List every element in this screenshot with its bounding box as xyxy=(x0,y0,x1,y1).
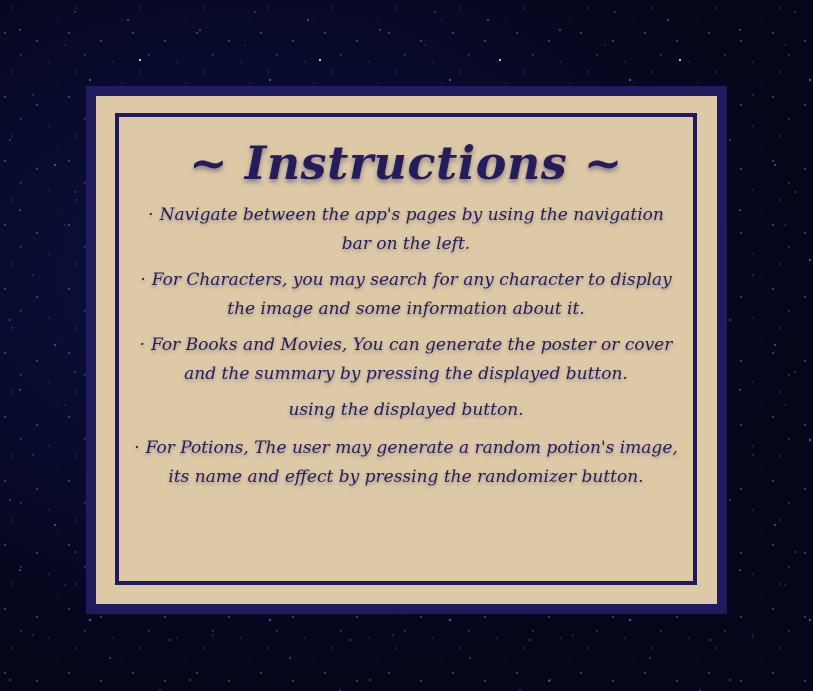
instruction-item-duplicate-line: using the displayed button. xyxy=(133,396,679,425)
instruction-text: For Books and Movies, You can generate t… xyxy=(151,335,673,384)
instructions-list: · Navigate between the app's pages by usi… xyxy=(119,201,693,492)
instruction-text: Navigate between the app's pages by usin… xyxy=(159,205,664,254)
instructions-title: ~ Instructions ~ xyxy=(189,136,623,190)
bullet-dot: · xyxy=(139,335,146,355)
instructions-card: ~ Instructions ~ · Navigate between the a… xyxy=(96,96,717,604)
instructions-inner-border: ~ Instructions ~ · Navigate between the a… xyxy=(115,113,697,585)
instruction-text: For Potions, The user may generate a ran… xyxy=(145,438,678,487)
instruction-text: For Characters, you may search for any c… xyxy=(151,270,672,319)
instruction-item-characters: · For Characters, you may search for any … xyxy=(133,266,679,324)
bullet-dot: · xyxy=(148,205,154,225)
instructions-frame: ~ Instructions ~ · Navigate between the a… xyxy=(86,86,727,614)
instruction-text: using the displayed button. xyxy=(288,400,524,420)
instruction-item-potions: · For Potions, The user may generate a ra… xyxy=(133,434,679,492)
instruction-item-books-movies: · For Books and Movies, You can generate … xyxy=(133,331,679,389)
instruction-item-navigation: · Navigate between the app's pages by usi… xyxy=(133,201,679,259)
bullet-dot: · xyxy=(134,438,140,458)
bullet-dot: · xyxy=(140,270,146,290)
